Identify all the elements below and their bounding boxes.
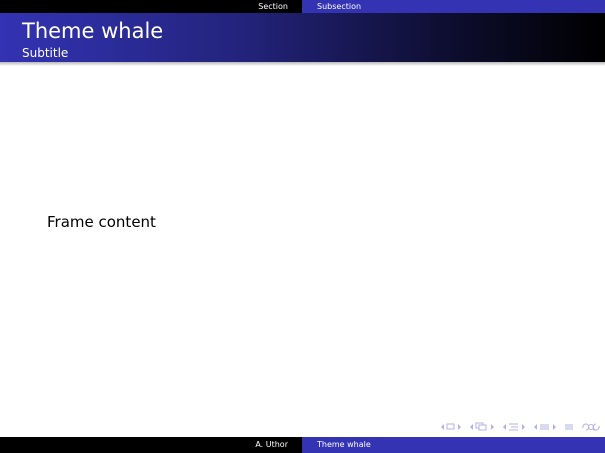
short-title-label: Theme whale — [317, 440, 371, 449]
nav-document-icon[interactable] — [533, 422, 557, 432]
frame-content: Frame content — [47, 213, 156, 231]
nav-search-icon[interactable] — [581, 422, 601, 432]
subsection-nav-link[interactable]: Subsection — [302, 0, 605, 13]
nav-frame-icon[interactable] — [440, 422, 462, 432]
frame-title-bar: Theme whale Subtitle — [0, 13, 605, 62]
author-label: A. Uthor — [255, 440, 288, 449]
footline-bar: A. Uthor Theme whale — [0, 437, 605, 453]
nav-section-icon[interactable] — [502, 422, 526, 432]
footline-author: A. Uthor — [0, 437, 302, 453]
title-shadow — [0, 62, 605, 66]
footline-title: Theme whale — [302, 437, 605, 453]
navigation-symbols — [440, 421, 601, 433]
headline-bar: Section Subsection — [0, 0, 605, 13]
frame-title: Theme whale — [22, 19, 164, 43]
section-nav-link[interactable]: Section — [0, 0, 302, 13]
section-label: Section — [258, 2, 288, 11]
nav-subsection-icon[interactable] — [469, 422, 495, 432]
nav-appendix-icon[interactable] — [564, 422, 574, 432]
subsection-label: Subsection — [317, 2, 362, 11]
frame-subtitle: Subtitle — [22, 46, 69, 60]
